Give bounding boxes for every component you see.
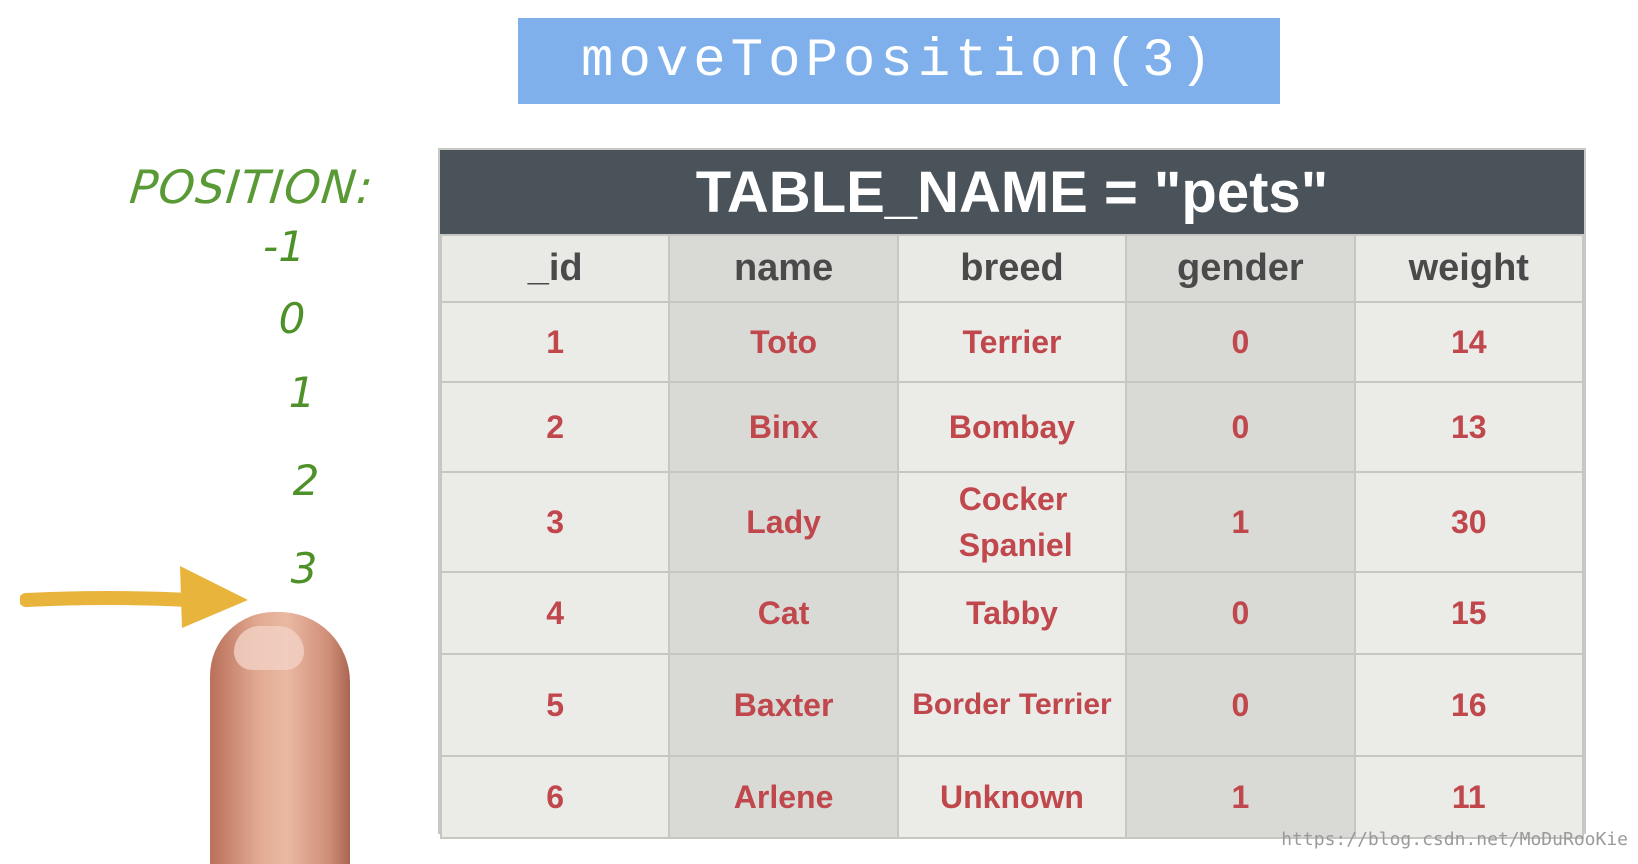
table-cell: 11 <box>1353 755 1585 839</box>
position-value: -1 <box>263 222 305 271</box>
table-cell: Terrier <box>896 301 1128 383</box>
position-value: 2 <box>292 456 320 505</box>
table-row: 3 Lady Cocker Spaniel 1 30 <box>439 471 1585 573</box>
table-row: 5 Baxter Border Terrier 0 16 <box>439 653 1585 757</box>
table-cell: 4 <box>439 571 671 655</box>
column-header: gender <box>1125 234 1356 303</box>
table-cell: 30 <box>1353 471 1585 573</box>
position-heading: POSITION: <box>127 160 377 214</box>
position-value: 1 <box>288 368 316 417</box>
table-cell: Cocker Spaniel <box>896 471 1128 573</box>
table-cell: 3 <box>439 471 671 573</box>
header-row: _id name breed gender weight <box>439 234 1585 303</box>
table-cell: Border Terrier <box>896 653 1128 757</box>
table-grid: _id name breed gender weight 1 Toto Terr… <box>439 234 1585 839</box>
table-cell: 0 <box>1125 571 1356 655</box>
table-cell: Bombay <box>896 381 1128 473</box>
position-value: 0 <box>278 294 306 343</box>
table-row: 1 Toto Terrier 0 14 <box>439 301 1585 383</box>
finger-image <box>210 612 350 864</box>
table-row: 2 Binx Bombay 0 13 <box>439 381 1585 473</box>
table-cell: 5 <box>439 653 671 757</box>
table-cell: 2 <box>439 381 671 473</box>
table-cell: 14 <box>1353 301 1585 383</box>
pets-table: TABLE_NAME = "pets" _id name breed gende… <box>438 148 1586 839</box>
table-row: 6 Arlene Unknown 1 11 <box>439 755 1585 839</box>
column-header: name <box>668 234 899 303</box>
table-cell: Arlene <box>668 755 899 839</box>
table-cell: 0 <box>1125 381 1356 473</box>
table-cell: 6 <box>439 755 671 839</box>
fingernail <box>234 626 304 670</box>
table-cell: 0 <box>1125 653 1356 757</box>
table-cell: Cat <box>668 571 899 655</box>
watermark: https://blog.csdn.net/MoDuRooKie <box>1281 829 1628 850</box>
code-banner: moveToPosition(3) <box>518 18 1280 104</box>
position-value-current: 3 <box>290 544 318 593</box>
table-cell: Baxter <box>668 653 899 757</box>
table-cell: 16 <box>1353 653 1585 757</box>
table-cell: Toto <box>668 301 899 383</box>
table-cell: Unknown <box>896 755 1128 839</box>
table-cell: 15 <box>1353 571 1585 655</box>
table-cell: 13 <box>1353 381 1585 473</box>
column-header: breed <box>896 234 1128 303</box>
table-cell: Lady <box>668 471 899 573</box>
table-cell: 1 <box>439 301 671 383</box>
column-header: weight <box>1353 234 1585 303</box>
table-row: 4 Cat Tabby 0 15 <box>439 571 1585 655</box>
table-title: TABLE_NAME = "pets" <box>440 150 1584 234</box>
table-cell: Binx <box>668 381 899 473</box>
table-cell: 1 <box>1125 755 1356 839</box>
table-cell: Tabby <box>896 571 1128 655</box>
table-cell: 0 <box>1125 301 1356 383</box>
code-text: moveToPosition(3) <box>581 30 1217 92</box>
column-header: _id <box>439 234 671 303</box>
table-cell: 1 <box>1125 471 1356 573</box>
